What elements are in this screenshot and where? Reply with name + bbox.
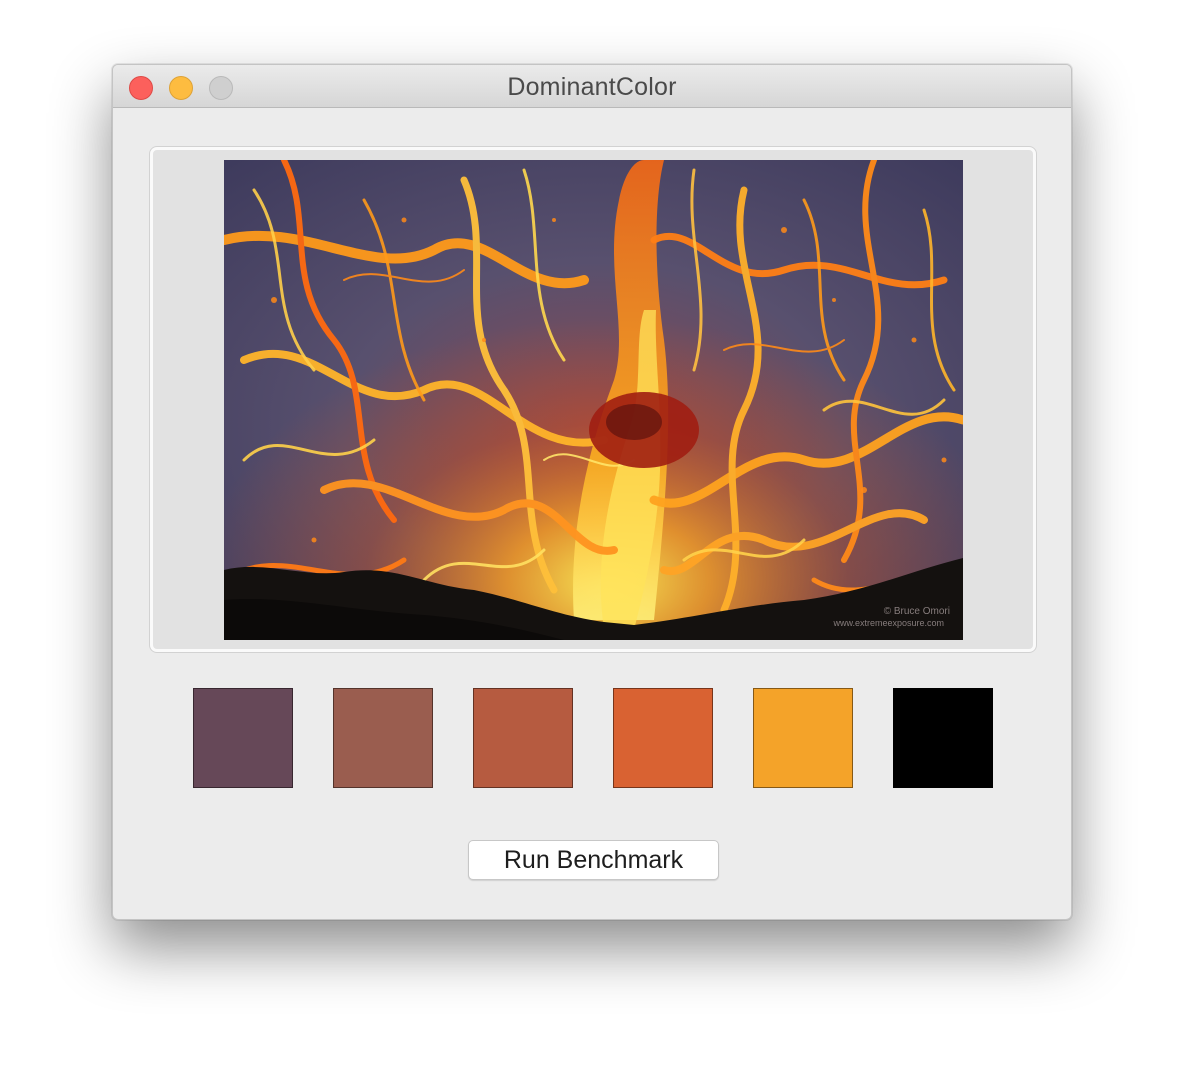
title-bar[interactable]: DominantColor [113, 65, 1071, 108]
lava-photo: © Bruce Omori www.extremeexposure.com [224, 160, 963, 640]
photo-credit-url: www.extremeexposure.com [832, 618, 944, 628]
photo-credit-name: © Bruce Omori [884, 606, 950, 617]
color-swatch-4 [613, 688, 713, 788]
color-swatch-5 [753, 688, 853, 788]
color-swatch-3 [473, 688, 573, 788]
run-benchmark-button[interactable]: Run Benchmark [468, 840, 719, 880]
app-window: DominantColor © Bruce Omori www.extremee… [112, 64, 1072, 920]
window-title: DominantColor [507, 73, 677, 101]
color-swatch-1 [193, 688, 293, 788]
image-well[interactable]: © Bruce Omori www.extremeexposure.com [150, 147, 1036, 652]
color-swatch-2 [333, 688, 433, 788]
color-swatch-6 [893, 688, 993, 788]
